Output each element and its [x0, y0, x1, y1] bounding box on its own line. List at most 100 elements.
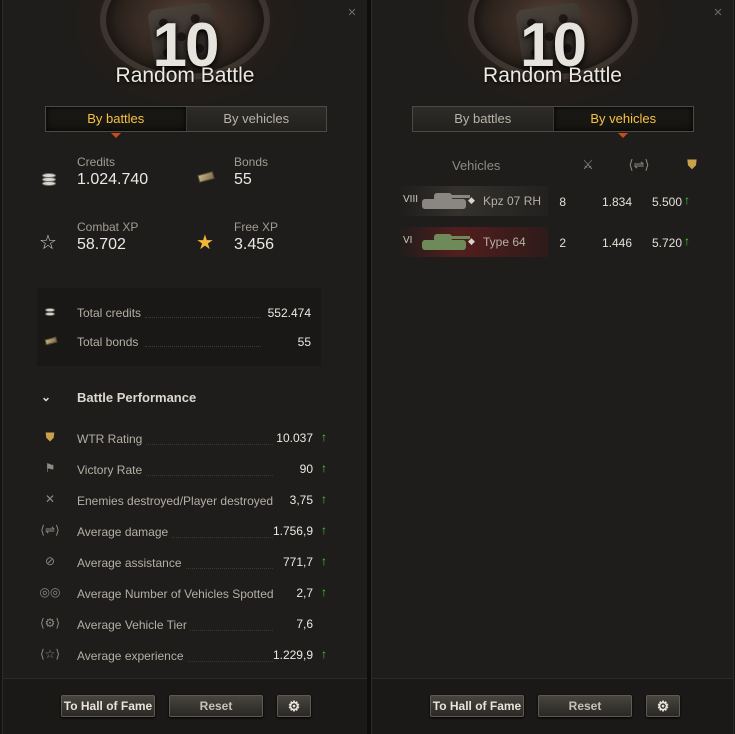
total-credits-row: Total credits 552.474	[37, 304, 321, 322]
perf-value: 771,7	[282, 555, 313, 569]
total-bonds-row: Total bonds 55	[37, 333, 321, 351]
totals-box: Total credits 552.474 Total bonds 55	[37, 288, 321, 366]
gear-icon: ⚙	[656, 698, 670, 714]
tab-by-battles[interactable]: By battles	[413, 107, 554, 131]
tier-label: VIII	[403, 194, 419, 205]
tier-icon: ⟨⚙⟩	[39, 616, 61, 630]
bonds-value: 55	[234, 171, 252, 188]
wtr-value: 5.720	[651, 236, 682, 250]
bonds-label: Bonds	[234, 155, 269, 169]
star-outline-icon: ☆	[39, 232, 57, 254]
mode-title: Random Battle	[483, 64, 622, 87]
perf-row-destroyed-ratio: ✕ Enemies destroyed/Player destroyed 3,7…	[39, 490, 329, 512]
wtr-icon[interactable]: ⛊	[682, 157, 702, 173]
trend-up-icon: ↑	[321, 492, 327, 506]
bonds-icon	[196, 169, 218, 187]
total-credits-value: 552.474	[267, 306, 311, 320]
perf-row-avg-assistance: ⊘ Average assistance 771,7 ↑	[39, 552, 329, 574]
trend-up-icon: ↑	[321, 523, 327, 537]
hall-of-fame-button[interactable]: To Hall of Fame	[430, 695, 524, 717]
perf-value: 90	[299, 462, 313, 476]
perf-label: Average assistance	[77, 556, 185, 570]
battles-icon[interactable]: ⚔	[578, 157, 598, 173]
trend-up-icon: ↑	[321, 554, 327, 568]
perf-row-victory-rate: ⚑ Victory Rate 90 ↑	[39, 459, 329, 481]
perf-label: WTR Rating	[77, 432, 146, 446]
settings-button[interactable]: ⚙	[646, 695, 680, 717]
tab-by-vehicles[interactable]: By vehicles	[186, 107, 326, 131]
vehicle-row[interactable]: VI ◆ Type 64 2 1.446 5.720 ↑	[398, 227, 718, 257]
wtr-value: 5.500	[651, 195, 682, 209]
perf-value: 10.037	[276, 431, 313, 445]
spotted-icon: ◎◎	[39, 585, 61, 599]
star-filled-icon: ★	[196, 232, 214, 254]
total-credits-label: Total credits	[77, 306, 142, 320]
perf-value: 2,7	[296, 586, 313, 600]
battle-stats-panel-left: × 10 Random Battle By battles By vehicle…	[2, 0, 368, 734]
perf-label: Average damage	[77, 525, 172, 539]
bonds-summary: Bonds 55	[196, 155, 336, 195]
tank-icon	[418, 231, 470, 253]
credits-value: 1.024.740	[77, 171, 149, 188]
reset-button[interactable]: Reset	[169, 695, 263, 717]
flag-icon: ⚑	[44, 461, 56, 475]
reset-button[interactable]: Reset	[538, 695, 632, 717]
combat-xp-label: Combat XP	[77, 220, 139, 234]
battles-value: 2	[559, 236, 566, 250]
vehicle-name: Type 64	[483, 235, 526, 249]
total-bonds-value: 55	[297, 335, 311, 349]
vehicle-row[interactable]: VIII ◆ Kpz 07 RH 8 1.834 5.500 ↑	[398, 186, 718, 216]
credits-summary: Credits 1.024.740	[39, 155, 179, 195]
combat-xp-summary: ☆ Combat XP 58.702	[39, 220, 179, 260]
tab-by-vehicles[interactable]: By vehicles	[553, 107, 693, 138]
gear-icon: ⚙	[287, 698, 301, 714]
view-tabs: By battles By vehicles	[412, 106, 694, 138]
hall-of-fame-button[interactable]: To Hall of Fame	[61, 695, 155, 717]
credits-small-icon	[45, 308, 59, 318]
footer-bar: To Hall of Fame Reset ⚙	[372, 678, 733, 734]
assist-icon: ⊘	[44, 554, 56, 568]
destroyed-icon: ✕	[44, 492, 56, 506]
perf-value: 1.756,9	[272, 524, 313, 538]
perf-row-avg-experience: ⟨☆⟩ Average experience 1.229,9 ↑	[39, 645, 329, 667]
trend-up-icon: ↑	[321, 461, 327, 475]
perf-value: 7,6	[296, 617, 313, 631]
tier-label: VI	[403, 235, 413, 246]
free-xp-value: 3.456	[234, 236, 275, 253]
credits-label: Credits	[77, 155, 116, 169]
footer-bar: To Hall of Fame Reset ⚙	[3, 678, 367, 734]
perf-row-avg-tier: ⟨⚙⟩ Average Vehicle Tier 7,6	[39, 614, 329, 636]
tank-icon	[418, 190, 470, 212]
damage-value: 1.834	[601, 195, 632, 209]
battle-stats-panel-right: × 10 Random Battle By battles By vehicle…	[371, 0, 734, 734]
perf-row-avg-damage: ⟨⇌⟩ Average damage 1.756,9 ↑	[39, 521, 329, 543]
trend-up-icon: ↑	[684, 193, 690, 207]
bonds-small-icon	[44, 336, 59, 347]
wtr-icon: ⛊	[45, 430, 55, 444]
tab-by-battles[interactable]: By battles	[46, 107, 187, 138]
vehicles-column-header[interactable]: Vehicles	[452, 158, 500, 173]
perf-row-vehicles-spotted: ◎◎ Average Number of Vehicles Spotted 2,…	[39, 583, 329, 605]
free-xp-summary: ★ Free XP 3.456	[196, 220, 336, 260]
free-xp-label: Free XP	[234, 220, 279, 234]
section-title: Battle Performance	[77, 390, 197, 405]
perf-value: 1.229,9	[272, 648, 313, 662]
mode-title: Random Battle	[115, 64, 255, 87]
perf-label: Average experience	[77, 649, 187, 663]
trend-up-icon: ↑	[321, 430, 327, 444]
xp-icon: ⟨☆⟩	[39, 647, 61, 661]
trend-up-icon: ↑	[684, 234, 690, 248]
vehicle-class-icon: ◆	[468, 236, 475, 246]
perf-label: Average Vehicle Tier	[77, 618, 190, 632]
damage-icon[interactable]: ⟨⇌⟩	[624, 157, 654, 173]
trend-up-icon: ↑	[321, 585, 327, 599]
settings-button[interactable]: ⚙	[277, 695, 311, 717]
vehicles-table-header: Vehicles ⚔ ⟨⇌⟩ ⛊	[372, 156, 733, 176]
perf-label: Enemies destroyed/Player destroyed	[77, 494, 277, 508]
perf-value: 3,75	[289, 493, 313, 507]
damage-icon: ⟨⇌⟩	[40, 523, 60, 537]
damage-value: 1.446	[601, 236, 632, 250]
perf-label: Victory Rate	[77, 463, 146, 477]
vehicle-name: Kpz 07 RH	[483, 194, 542, 208]
total-bonds-label: Total bonds	[77, 335, 139, 349]
